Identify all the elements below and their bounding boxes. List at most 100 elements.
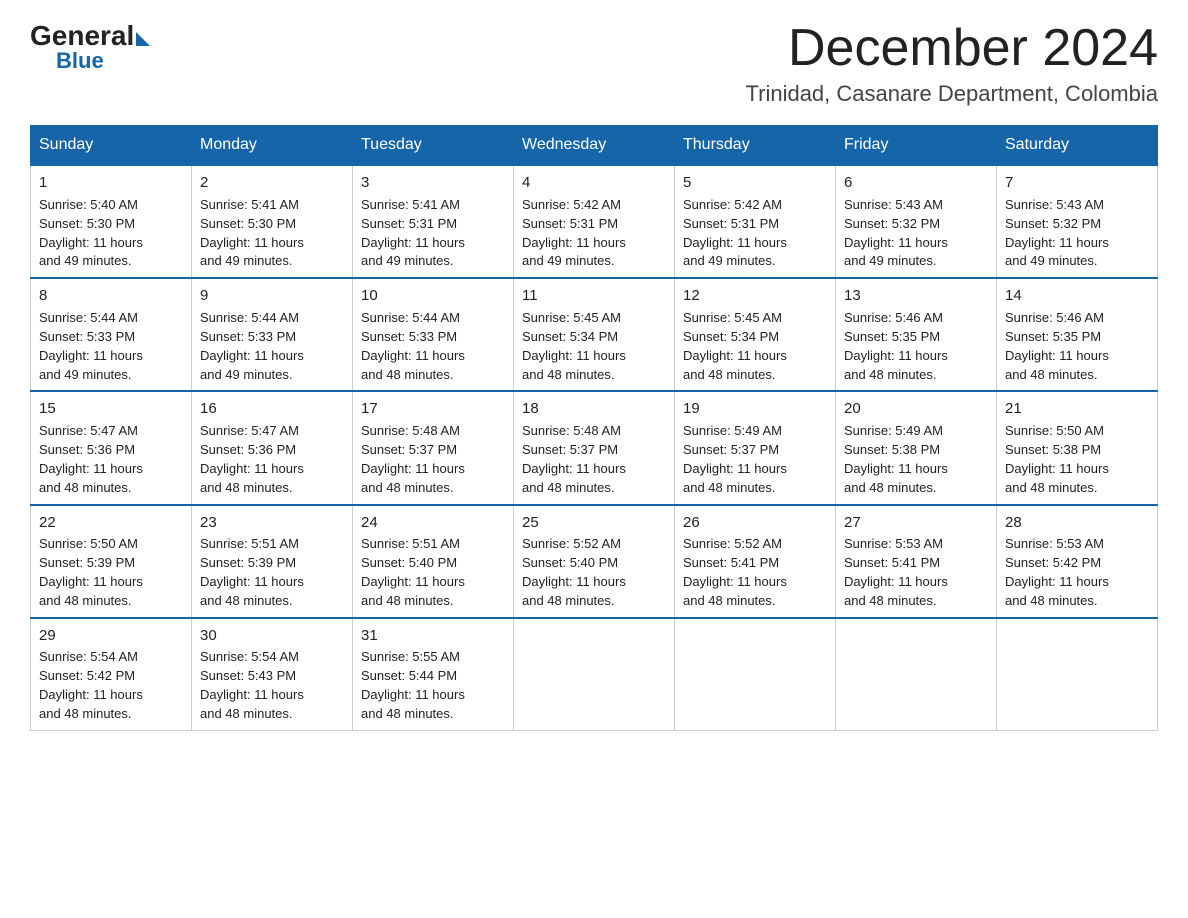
calendar-cell: 16Sunrise: 5:47 AMSunset: 5:36 PMDayligh… [192,391,353,504]
sunset-text: Sunset: 5:37 PM [683,442,779,457]
header-tuesday: Tuesday [353,126,514,166]
daylight-label: Daylight: 11 hours [200,348,304,363]
day-number: 6 [844,172,988,194]
calendar-cell: 9Sunrise: 5:44 AMSunset: 5:33 PMDaylight… [192,278,353,391]
sunrise-text: Sunrise: 5:43 AM [1005,197,1104,212]
day-number: 22 [39,512,183,534]
day-number: 11 [522,285,666,307]
day-number: 29 [39,625,183,647]
day-number: 19 [683,398,827,420]
daylight-minutes: and 49 minutes. [39,253,132,268]
daylight-label: Daylight: 11 hours [200,235,304,250]
header-saturday: Saturday [997,126,1158,166]
sunrise-text: Sunrise: 5:47 AM [39,423,138,438]
day-number: 23 [200,512,344,534]
week-row-5: 29 Sunrise: 5:54 AM Sunset: 5:42 PM Dayligh… [31,618,1158,731]
day-number: 1 [39,172,183,194]
page-header: General Blue December 2024 Trinidad, Cas… [30,20,1158,107]
calendar-cell: 22Sunrise: 5:50 AMSunset: 5:39 PMDayligh… [31,505,192,618]
calendar-cell: 1Sunrise: 5:40 AMSunset: 5:30 PMDaylight… [31,165,192,278]
logo: General Blue [30,20,150,74]
day-number: 21 [1005,398,1149,420]
calendar-cell: 4Sunrise: 5:42 AMSunset: 5:31 PMDaylight… [514,165,675,278]
daylight-minutes: and 48 minutes. [522,367,615,382]
sunrise-text: Sunrise: 5:54 AM [200,649,299,664]
day-number: 13 [844,285,988,307]
sunrise-text: Sunrise: 5:45 AM [683,310,782,325]
calendar-cell: 30Sunrise: 5:54 AMSunset: 5:43 PMDayligh… [192,618,353,731]
calendar-cell: 25Sunrise: 5:52 AMSunset: 5:40 PMDayligh… [514,505,675,618]
logo-blue-text: Blue [56,48,104,74]
daylight-minutes: and 48 minutes. [522,593,615,608]
sunset-text: Sunset: 5:38 PM [1005,442,1101,457]
sunrise-text: Sunrise: 5:51 AM [361,536,460,551]
daylight-minutes: and 48 minutes. [844,480,937,495]
sunset-text: Sunset: 5:32 PM [844,216,940,231]
day-number: 15 [39,398,183,420]
day-number: 26 [683,512,827,534]
daylight-label: Daylight: 11 hours [683,235,787,250]
sunset-text: Sunset: 5:41 PM [844,555,940,570]
sunset-text: Sunset: 5:39 PM [200,555,296,570]
daylight-minutes: and 49 minutes. [200,367,293,382]
daylight-label: Daylight: 11 hours [844,461,948,476]
daylight-label: Daylight: 11 hours [522,461,626,476]
daylight-minutes: and 49 minutes. [1005,253,1098,268]
day-number: 4 [522,172,666,194]
day-number: 20 [844,398,988,420]
sunrise-text: Sunrise: 5:55 AM [361,649,460,664]
daylight-label: Daylight: 11 hours [522,235,626,250]
daylight-minutes: and 48 minutes. [361,367,454,382]
daylight-minutes: and 48 minutes. [39,593,132,608]
sunset-text: Sunset: 5:33 PM [200,329,296,344]
sunset-text: Sunset: 5:42 PM [39,668,135,683]
daylight-minutes: and 48 minutes. [522,480,615,495]
page-subtitle: Trinidad, Casanare Department, Colombia [746,81,1159,107]
sunset-text: Sunset: 5:33 PM [39,329,135,344]
sunset-text: Sunset: 5:42 PM [1005,555,1101,570]
calendar-header-row: Sunday Monday Tuesday Wednesday Thursday… [31,126,1158,166]
daylight-label: Daylight: 11 hours [200,687,304,702]
sunset-text: Sunset: 5:43 PM [200,668,296,683]
header-sunday: Sunday [31,126,192,166]
week-row-3: 15Sunrise: 5:47 AMSunset: 5:36 PMDayligh… [31,391,1158,504]
sunset-text: Sunset: 5:34 PM [522,329,618,344]
calendar-cell: 19Sunrise: 5:49 AMSunset: 5:37 PMDayligh… [675,391,836,504]
sunrise-text: Sunrise: 5:46 AM [1005,310,1104,325]
page-title: December 2024 [746,20,1159,77]
daylight-label: Daylight: 11 hours [361,348,465,363]
sunrise-text: Sunrise: 5:45 AM [522,310,621,325]
calendar-cell: 5Sunrise: 5:42 AMSunset: 5:31 PMDaylight… [675,165,836,278]
daylight-minutes: and 48 minutes. [361,480,454,495]
day-number: 5 [683,172,827,194]
daylight-label: Daylight: 11 hours [39,461,143,476]
calendar-cell: 18Sunrise: 5:48 AMSunset: 5:37 PMDayligh… [514,391,675,504]
sunset-text: Sunset: 5:35 PM [844,329,940,344]
daylight-minutes: and 48 minutes. [39,706,132,721]
calendar-cell [675,618,836,731]
sunrise-text: Sunrise: 5:47 AM [200,423,299,438]
daylight-minutes: and 48 minutes. [200,706,293,721]
sunrise-text: Sunrise: 5:43 AM [844,197,943,212]
day-number: 25 [522,512,666,534]
sunrise-text: Sunrise: 5:48 AM [361,423,460,438]
sunset-text: Sunset: 5:33 PM [361,329,457,344]
calendar-cell: 10Sunrise: 5:44 AMSunset: 5:33 PMDayligh… [353,278,514,391]
daylight-label: Daylight: 11 hours [844,348,948,363]
daylight-minutes: and 48 minutes. [1005,480,1098,495]
day-number: 14 [1005,285,1149,307]
sunrise-text: Sunrise: 5:42 AM [522,197,621,212]
daylight-minutes: and 48 minutes. [200,593,293,608]
day-number: 27 [844,512,988,534]
calendar-cell: 2Sunrise: 5:41 AMSunset: 5:30 PMDaylight… [192,165,353,278]
day-number: 17 [361,398,505,420]
calendar-cell: 29Sunrise: 5:54 AMSunset: 5:42 PMDayligh… [31,618,192,731]
title-block: December 2024 Trinidad, Casanare Departm… [746,20,1159,107]
sunrise-text: Sunrise: 5:52 AM [522,536,621,551]
daylight-minutes: and 49 minutes. [39,367,132,382]
day-number: 18 [522,398,666,420]
day-number: 3 [361,172,505,194]
sunset-text: Sunset: 5:38 PM [844,442,940,457]
sunrise-text: Sunrise: 5:50 AM [39,536,138,551]
calendar-cell: 21Sunrise: 5:50 AMSunset: 5:38 PMDayligh… [997,391,1158,504]
